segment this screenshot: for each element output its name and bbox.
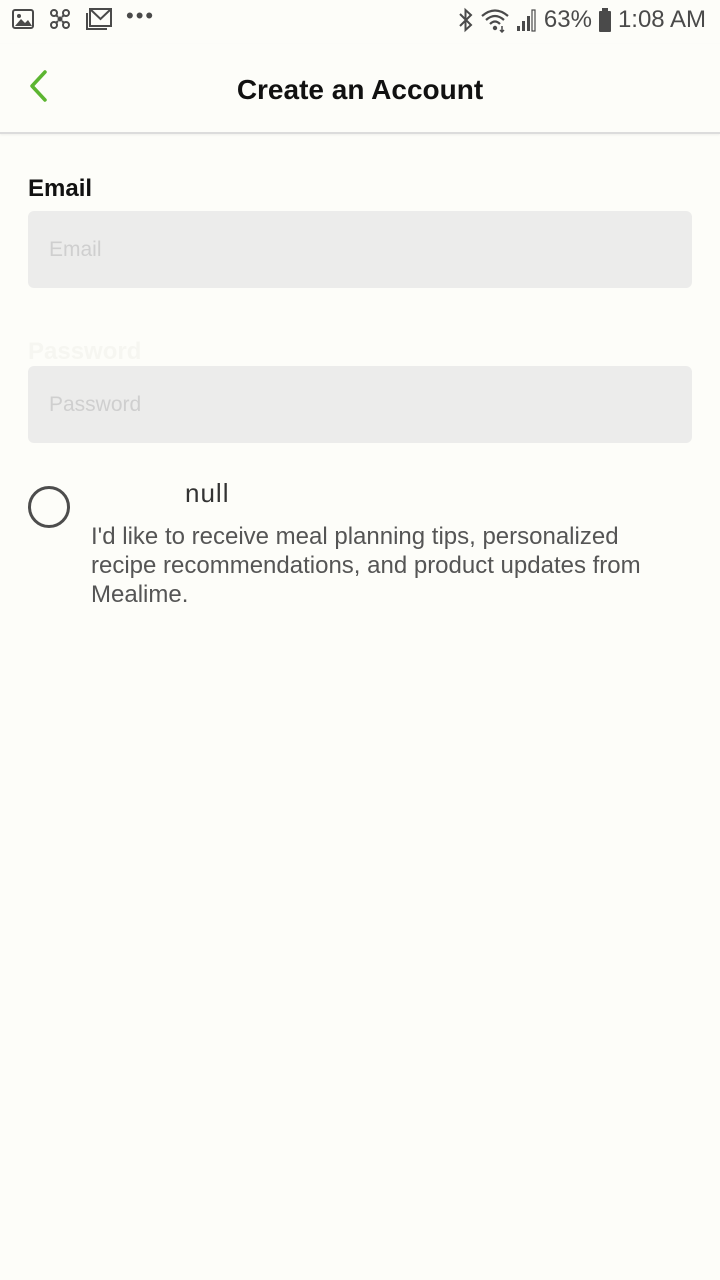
clock: 1:08 AM bbox=[617, 6, 706, 33]
wifi-icon bbox=[480, 7, 510, 33]
status-bar-notifications: ••• bbox=[12, 3, 156, 30]
gmail-icon bbox=[86, 8, 112, 30]
password-label: Password bbox=[28, 338, 142, 365]
image-icon bbox=[12, 8, 34, 30]
status-bar: ••• 63% 1:08 AM bbox=[0, 0, 720, 44]
consent-radio[interactable] bbox=[28, 486, 70, 528]
email-label: Email bbox=[28, 175, 93, 202]
password-field[interactable] bbox=[28, 366, 692, 443]
battery-percent: 63% bbox=[543, 6, 592, 33]
page-title: Create an Account bbox=[236, 74, 484, 105]
more-notifications-icon: ••• bbox=[126, 3, 156, 28]
app-header: Create an Account bbox=[0, 44, 720, 134]
battery-icon bbox=[598, 7, 612, 33]
signal-icon bbox=[516, 8, 538, 32]
status-bar-system: 63% 1:08 AM bbox=[458, 6, 706, 34]
create-account-screen: ••• 63% 1:08 AM Create an Account Email … bbox=[0, 0, 720, 1280]
consent-caption: null bbox=[185, 478, 230, 508]
consent-text[interactable]: I'd like to receive meal planning tips, … bbox=[91, 522, 651, 609]
bluetooth-icon bbox=[458, 7, 474, 33]
email-field[interactable] bbox=[28, 211, 692, 288]
fan-icon bbox=[48, 8, 72, 30]
